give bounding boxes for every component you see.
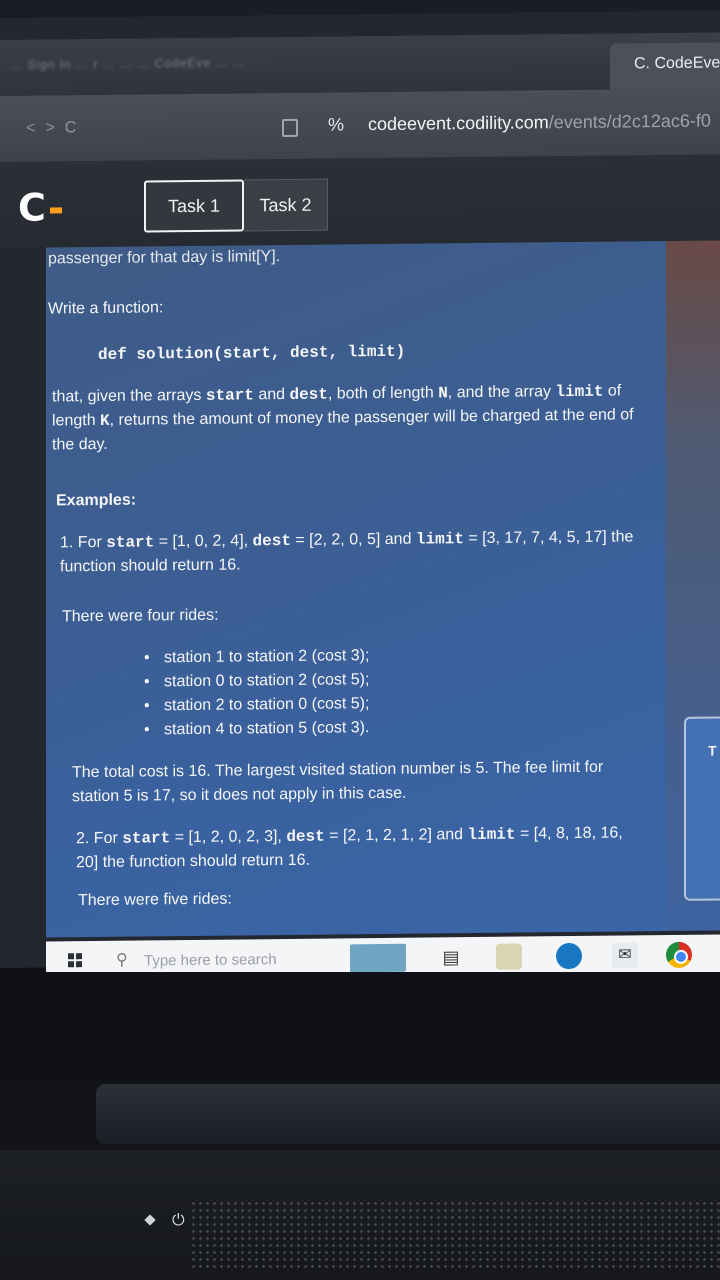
site-info-icon[interactable]: % [328, 114, 344, 135]
ex2-dest-val: = [2, 1, 2, 1, 2] and [324, 826, 468, 845]
ex2-prefix: 2. For [76, 829, 123, 848]
address-bar-row: <>C % codeevent.codility.com/events/d2c1… [0, 88, 720, 162]
logo-letter: C [18, 185, 46, 230]
tab-task-1[interactable]: Task 1 [144, 179, 244, 233]
url-field[interactable]: codeevent.codility.com/events/d2c12ac6-f… [368, 111, 711, 136]
truncated-text: passenger for that day is limit[Y]. [48, 248, 281, 268]
inactive-tabs[interactable]: … Sign In … r … … … CodeEve … … [10, 52, 570, 74]
desc-limit-kw: limit [555, 382, 604, 402]
right-panel-letter: T [708, 742, 717, 759]
ex2-start-val: = [1, 2, 0, 2, 3], [170, 828, 287, 847]
desc-k-kw: K [100, 411, 110, 430]
desc-text-2: and [253, 385, 290, 404]
ex2-rides-intro: There were five rides: [78, 890, 232, 910]
active-tab-title: C. CodeEve [634, 54, 720, 73]
codility-header: C Task 1 Task 2 [0, 154, 720, 248]
ex2-start-kw: start [122, 829, 171, 848]
speaker-grille [190, 1200, 720, 1270]
active-browser-tab[interactable]: C. CodeEve [610, 42, 720, 90]
browser-tab-strip: … Sign In … r … … … CodeEve … … C. CodeE… [0, 32, 720, 96]
ex1-start-kw: start [106, 533, 155, 552]
reload-icon[interactable]: C [65, 119, 87, 137]
example-1: 1. For start = [1, 0, 2, 4], dest = [2, … [60, 525, 640, 579]
taskbar-search-input[interactable]: Type here to search [144, 951, 277, 969]
desc-start-kw: start [205, 386, 254, 405]
power-icon[interactable]: ⏻ [172, 1212, 185, 1230]
task-description: passenger for that day is limit[Y]. Writ… [46, 241, 666, 938]
ex1-start-val: = [1, 0, 2, 4], [154, 532, 253, 551]
write-function-label: Write a function: [48, 299, 164, 318]
search-icon[interactable]: ⚲ [116, 950, 128, 970]
store-icon[interactable] [496, 943, 522, 970]
windows-start-icon[interactable] [68, 953, 82, 968]
laptop-hinge [96, 1084, 720, 1144]
desc-dest-kw: dest [289, 385, 328, 404]
cortana-icon[interactable] [350, 943, 406, 973]
ex2-dest-kw: dest [286, 827, 325, 847]
codility-logo[interactable]: C [18, 185, 62, 230]
laptop-bezel [0, 972, 720, 1082]
examples-heading: Examples: [56, 491, 137, 510]
desc-text-1: that, given the arrays [52, 386, 206, 406]
ex1-limit-kw: limit [415, 530, 464, 549]
chrome-browser-icon[interactable] [666, 941, 692, 969]
list-item: station 0 to station 2 (cost 5); [142, 668, 369, 694]
list-item: station 1 to station 2 (cost 3); [142, 644, 369, 670]
nav-buttons: <>C [26, 119, 86, 138]
ex1-rides-list: station 1 to station 2 (cost 3); station… [142, 644, 369, 742]
forward-icon[interactable]: > [45, 119, 64, 137]
function-signature: def solution(start, dest, limit) [98, 342, 406, 364]
ex1-summary: The total cost is 16. The largest visite… [72, 758, 604, 806]
desc-text-6: , returns the amount of money the passen… [52, 406, 634, 454]
desc-n-kw: N [438, 384, 448, 403]
ex1-dest-val: = [2, 2, 0, 5] and [290, 530, 416, 549]
logo-dash [49, 206, 62, 213]
ex1-dest-kw: dest [252, 531, 291, 551]
function-description: that, given the arrays start and dest, b… [52, 379, 642, 457]
url-path: /events/d2c12ac6-f0 [548, 110, 711, 133]
extension-icon[interactable] [282, 118, 298, 138]
photo-of-laptop-screen: … Sign In … r … … … CodeEve … … C. CodeE… [0, 0, 720, 1280]
ex1-prefix: 1. For [60, 533, 107, 552]
edge-browser-icon[interactable] [556, 942, 582, 970]
url-host: codeevent.codility.com [368, 112, 549, 135]
ex2-limit-kw: limit [467, 825, 516, 845]
back-icon[interactable]: < [26, 120, 45, 138]
mail-icon[interactable]: ✉ [612, 942, 638, 969]
list-item: station 4 to station 5 (cost 3). [142, 716, 369, 742]
task-view-icon[interactable]: ▤ [438, 944, 464, 970]
tab-task-2[interactable]: Task 2 [244, 178, 328, 232]
desc-text-4: , and the array [447, 383, 556, 402]
example-2: 2. For start = [1, 2, 0, 2, 3], dest = [… [76, 821, 636, 875]
list-item: station 2 to station 0 (cost 5); [142, 692, 369, 718]
task-tabs: Task 1 Task 2 [144, 178, 328, 233]
ex1-rides-intro: There were four rides: [62, 606, 219, 626]
truncated-line: passenger for that day is limit[Y]. [48, 245, 280, 271]
monitor-screen: … Sign In … r … … … CodeEve … … C. CodeE… [0, 10, 720, 982]
right-panel: T [666, 240, 720, 932]
desc-text-3: , both of length [327, 384, 439, 403]
